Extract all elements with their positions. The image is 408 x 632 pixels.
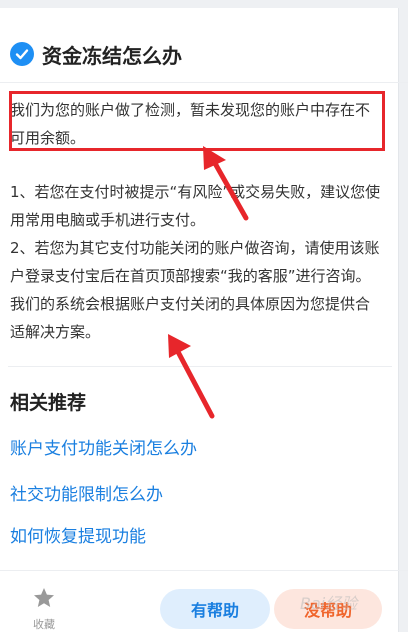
recommend-link[interactable]: 社交功能限制怎么办 [10,480,163,505]
divider [8,366,392,367]
favorite-label: 收藏 [33,618,55,631]
recommend-link[interactable]: 账户支付功能关闭怎么办 [10,434,197,459]
page-title: 资金冻结怎么办 [42,43,182,68]
article-body: 1、若您在支付时被提示“有风险”或交易失败，建议您使用常用电脑或手机进行支付。 … [10,178,384,346]
recommend-title: 相关推荐 [10,392,87,414]
check-icon [10,42,34,66]
title-row: 资金冻结怎么办 [10,36,182,72]
unhelpful-button[interactable]: 没帮助 [274,589,382,629]
favorite-button[interactable]: 收藏 [22,586,66,632]
star-icon [34,588,54,607]
account-check-note: 我们为您的账户做了检测，暂未发现您的账户中存在不可用余额。 [10,101,371,147]
divider [0,82,408,83]
helpful-button[interactable]: 有帮助 [160,589,270,629]
divider [0,570,408,571]
paragraph: 2、若您为其它支付功能关闭的账户做咨询，请使用该账户登录支付宝后在首页顶部搜索“… [10,239,380,341]
recommend-link[interactable]: 如何恢复提现功能 [10,522,146,547]
paragraph: 1、若您在支付时被提示“有风险”或交易失败，建议您使用常用电脑或手机进行支付。 [10,183,381,229]
